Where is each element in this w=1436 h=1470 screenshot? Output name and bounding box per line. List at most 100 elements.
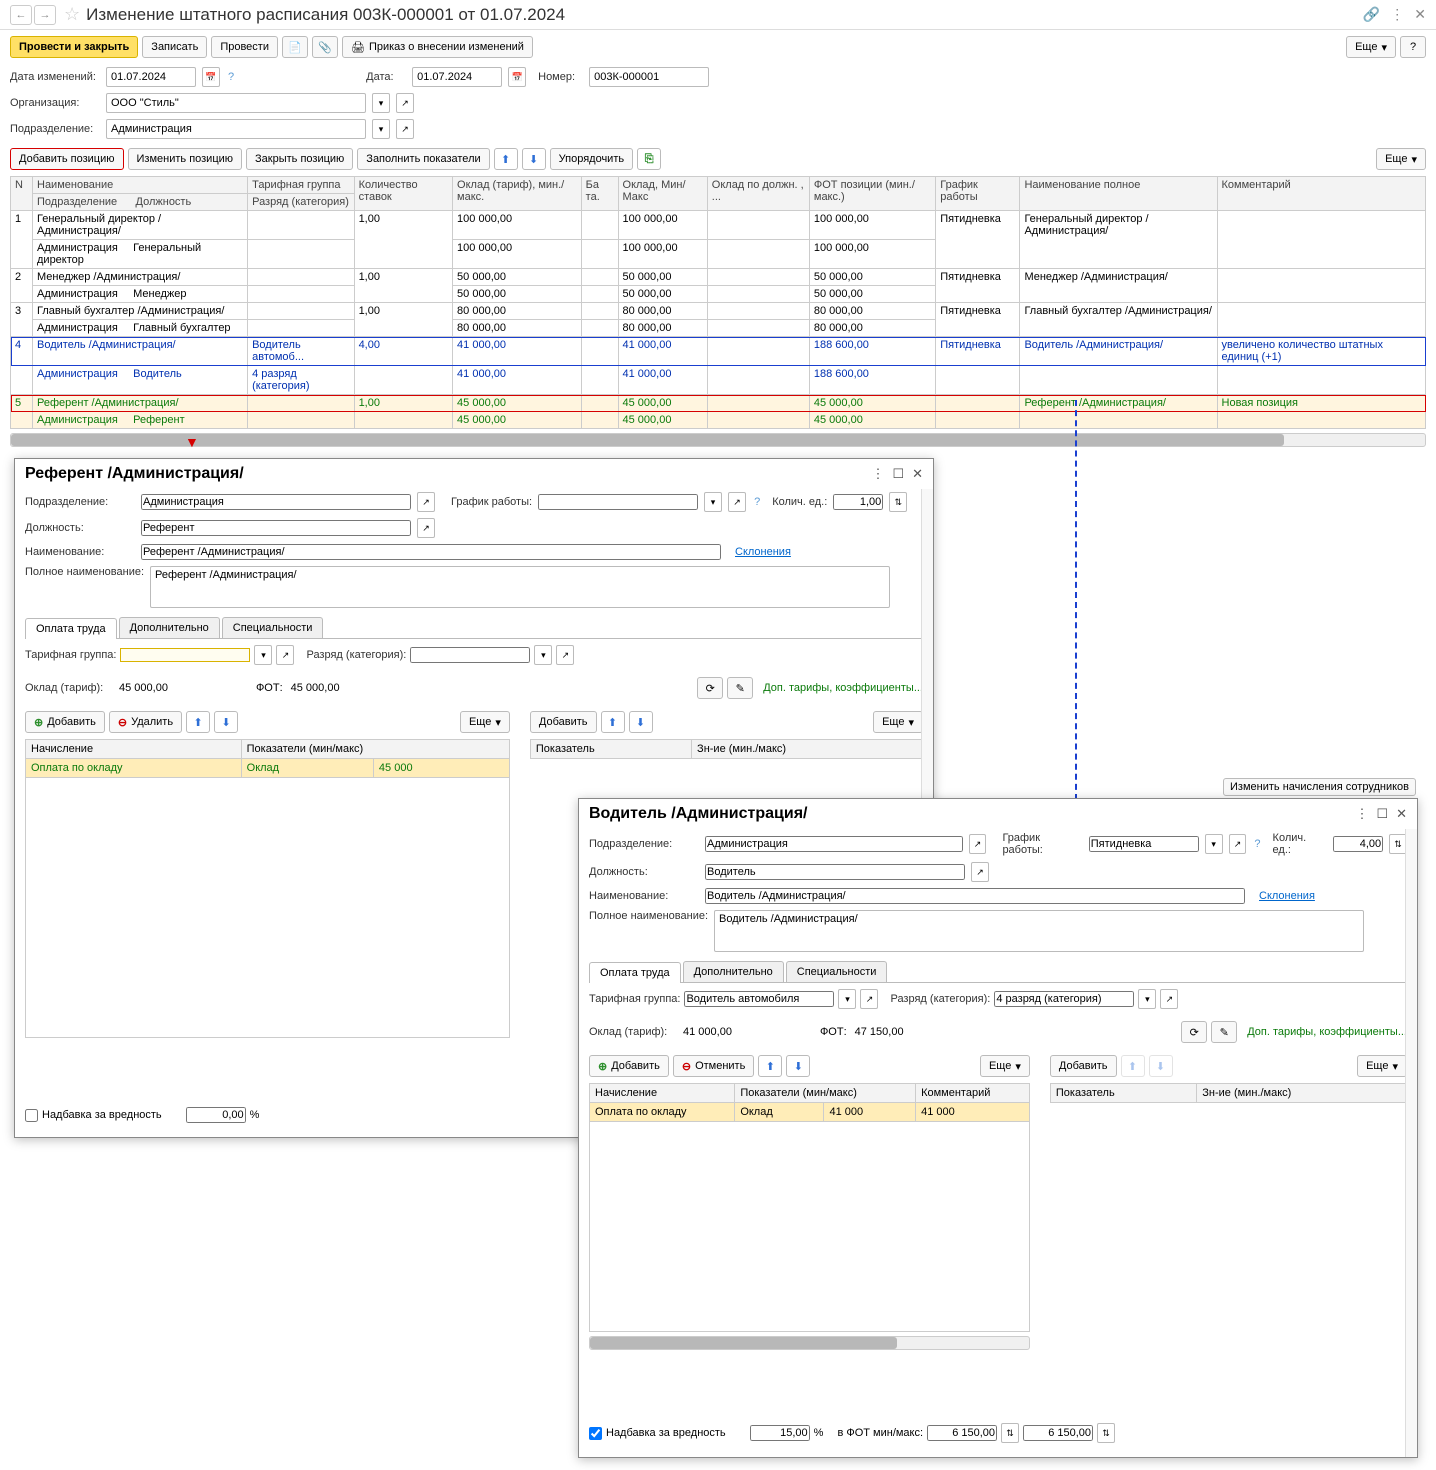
more-grid-button[interactable]: Еще bbox=[1376, 148, 1426, 170]
drv-indicators-table[interactable]: ПоказательЗн-ие (мин./макс) bbox=[1050, 1083, 1407, 1103]
ref-declensions[interactable]: Склонения bbox=[735, 546, 791, 558]
panel-ref-max[interactable]: ☐ bbox=[892, 466, 904, 482]
drv-up2[interactable]: ⬆ bbox=[1121, 1055, 1145, 1077]
drv-tariff-dd[interactable]: ▾ bbox=[838, 989, 856, 1009]
drv-refresh[interactable]: ⟳ bbox=[1181, 1021, 1207, 1043]
org-input[interactable] bbox=[106, 93, 366, 113]
ref-edit[interactable]: ✎ bbox=[727, 677, 753, 699]
ref-sched-help[interactable]: ? bbox=[754, 496, 760, 508]
panel-drv-kebab[interactable]: ⋮ bbox=[1355, 806, 1368, 822]
drv-sched-help[interactable]: ? bbox=[1254, 838, 1260, 850]
drv-up[interactable]: ⬆ bbox=[758, 1055, 782, 1077]
close-icon[interactable]: ✕ bbox=[1414, 6, 1426, 23]
drv-down2[interactable]: ⬇ bbox=[1149, 1055, 1173, 1077]
drv-dept-input[interactable] bbox=[705, 836, 963, 852]
ref-tab-spec[interactable]: Специальности bbox=[222, 617, 324, 638]
drv-tab-pay[interactable]: Оплата труда bbox=[589, 962, 681, 983]
calendar2-icon[interactable]: 📅 bbox=[508, 67, 526, 87]
drv-more[interactable]: Еще bbox=[980, 1055, 1030, 1077]
ref-dept-open[interactable]: ↗ bbox=[417, 492, 435, 512]
ref-qty-input[interactable] bbox=[833, 494, 883, 510]
drv-pos-open[interactable]: ↗ bbox=[971, 862, 989, 882]
drv-qty-input[interactable] bbox=[1333, 836, 1383, 852]
ref-pos-open[interactable]: ↗ bbox=[417, 518, 435, 538]
ref-tab-pay[interactable]: Оплата труда bbox=[25, 618, 117, 639]
save-button[interactable]: Записать bbox=[142, 36, 207, 58]
ref-up2[interactable]: ⬆ bbox=[601, 711, 625, 733]
drv-tab-spec[interactable]: Специальности bbox=[786, 961, 888, 982]
ref-tab-extra[interactable]: Дополнительно bbox=[119, 617, 220, 638]
print-order-button[interactable]: 🖨 Приказ о внесении изменений bbox=[342, 36, 533, 58]
drv-sched-dd[interactable]: ▾ bbox=[1205, 834, 1223, 854]
ref-up[interactable]: ⬆ bbox=[186, 711, 210, 733]
help-button[interactable]: ? bbox=[1400, 36, 1426, 58]
ref-dept-input[interactable] bbox=[141, 494, 411, 510]
ref-qty-spin[interactable]: ⇅ bbox=[889, 492, 907, 512]
drv-rank-input[interactable] bbox=[994, 991, 1134, 1007]
ref-refresh[interactable]: ⟳ bbox=[697, 677, 723, 699]
move-up-button[interactable]: ⬆ bbox=[494, 148, 518, 170]
ref-add[interactable]: ⊕ Добавить bbox=[25, 711, 105, 733]
drv-add2[interactable]: Добавить bbox=[1050, 1055, 1117, 1077]
ref-down[interactable]: ⬇ bbox=[214, 711, 238, 733]
nav-back[interactable]: ← bbox=[10, 5, 32, 25]
drv-add[interactable]: ⊕ Добавить bbox=[589, 1055, 669, 1077]
post-close-button[interactable]: Провести и закрыть bbox=[10, 36, 138, 58]
ref-tariff-open[interactable]: ↗ bbox=[276, 645, 294, 665]
drv-infot-v2[interactable] bbox=[1023, 1425, 1093, 1441]
dept-input[interactable] bbox=[106, 119, 366, 139]
date-input[interactable] bbox=[412, 67, 502, 87]
ref-name-input[interactable] bbox=[141, 544, 721, 560]
panel-drv-scroll[interactable] bbox=[1405, 829, 1417, 1457]
ref-rank-dd[interactable]: ▾ bbox=[534, 645, 552, 665]
org-open[interactable]: ↗ bbox=[396, 93, 414, 113]
number-input[interactable] bbox=[589, 67, 709, 87]
ref-more[interactable]: Еще bbox=[460, 711, 510, 733]
attach-icon[interactable]: 📎 bbox=[312, 36, 338, 58]
post-button[interactable]: Провести bbox=[211, 36, 278, 58]
ref-add2[interactable]: Добавить bbox=[530, 711, 597, 733]
close-position-button[interactable]: Закрыть позицию bbox=[246, 148, 353, 170]
table-row[interactable]: 3Главный бухгалтер /Администрация/1,0080… bbox=[11, 303, 1426, 320]
more-button[interactable]: Еще bbox=[1346, 36, 1396, 58]
drv-sched-open[interactable]: ↗ bbox=[1229, 834, 1247, 854]
date-help[interactable]: ? bbox=[228, 71, 234, 83]
ref-rank-open[interactable]: ↗ bbox=[556, 645, 574, 665]
drv-h-scroll[interactable] bbox=[589, 1336, 1030, 1350]
ref-tariff-input[interactable] bbox=[120, 648, 250, 662]
drv-sched-input[interactable] bbox=[1089, 836, 1199, 852]
nav-fwd[interactable]: → bbox=[34, 5, 56, 25]
ref-tariff-dd[interactable]: ▾ bbox=[254, 645, 272, 665]
edit-position-button[interactable]: Изменить позицию bbox=[128, 148, 243, 170]
ref-accruals-table[interactable]: НачислениеПоказатели (мин/макс) Оплата п… bbox=[25, 739, 510, 1038]
drv-rank-dd[interactable]: ▾ bbox=[1138, 989, 1156, 1009]
ref-harm-check[interactable] bbox=[25, 1109, 38, 1122]
calendar-icon[interactable]: 📅 bbox=[202, 67, 220, 87]
panel-ref-close[interactable]: ✕ bbox=[912, 466, 923, 482]
ref-fullname-input[interactable] bbox=[150, 566, 890, 608]
drv-harm-check[interactable] bbox=[589, 1427, 602, 1440]
drv-name-input[interactable] bbox=[705, 888, 1245, 904]
drv-tariff-input[interactable] bbox=[684, 991, 834, 1007]
drv-cancel[interactable]: ⊖ Отменить bbox=[673, 1055, 754, 1077]
ref-indicators-table[interactable]: ПоказательЗн-ие (мин./макс) bbox=[530, 739, 923, 759]
ref-sched-open[interactable]: ↗ bbox=[728, 492, 746, 512]
ref-pos-input[interactable] bbox=[141, 520, 411, 536]
export-icon[interactable]: ⎘ bbox=[637, 148, 661, 170]
add-position-button[interactable]: Добавить позицию bbox=[10, 148, 124, 170]
dept-open[interactable]: ↗ bbox=[396, 119, 414, 139]
drv-down[interactable]: ⬇ bbox=[786, 1055, 810, 1077]
table-row[interactable]: 5Референт /Администрация/1,0045 000,0045… bbox=[11, 395, 1426, 412]
kebab-icon[interactable]: ⋮ bbox=[1390, 6, 1404, 23]
undo-post-icon[interactable]: 📄 bbox=[282, 36, 308, 58]
drv-dept-open[interactable]: ↗ bbox=[969, 834, 987, 854]
drv-tab-extra[interactable]: Дополнительно bbox=[683, 961, 784, 982]
drv-infot-v1[interactable] bbox=[927, 1425, 997, 1441]
order-button[interactable]: Упорядочить bbox=[550, 148, 633, 170]
panel-drv-max[interactable]: ☐ bbox=[1376, 806, 1388, 822]
table-row[interactable]: 2Менеджер /Администрация/1,0050 000,0050… bbox=[11, 269, 1426, 286]
ref-sched-input[interactable] bbox=[538, 494, 698, 510]
drv-accruals-table[interactable]: НачислениеПоказатели (мин/макс)Комментар… bbox=[589, 1083, 1030, 1332]
table-row[interactable]: 1Генеральный директор /Администрация/1,0… bbox=[11, 211, 1426, 240]
drv-tariff-open[interactable]: ↗ bbox=[860, 989, 878, 1009]
